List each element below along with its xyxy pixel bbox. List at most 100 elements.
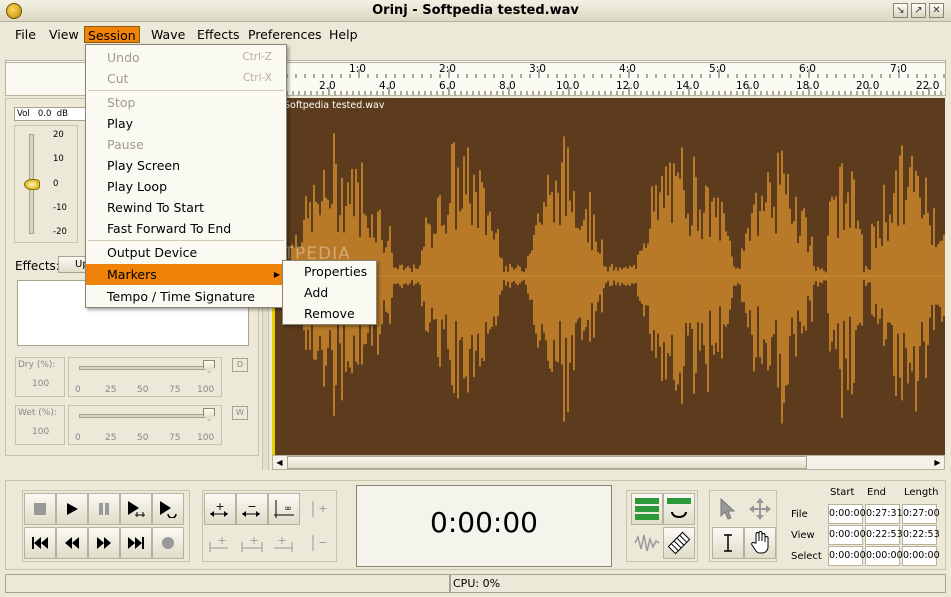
file-length-field[interactable]: 0:27:00 (902, 504, 940, 524)
pointer-tool-button[interactable] (712, 493, 744, 525)
view-end-field[interactable]: 0:22:53 (865, 525, 903, 545)
submenu-item-remove[interactable]: Remove (283, 303, 376, 324)
select-tool-button[interactable] (712, 527, 744, 559)
play-loop-button[interactable] (152, 493, 184, 525)
file-start-field[interactable]: 0:00:00 (828, 504, 866, 524)
menu-session[interactable]: Session (84, 26, 140, 43)
wet-slider-thumb[interactable] (203, 408, 215, 421)
zoom-in-vertical-button[interactable]: + (302, 493, 334, 525)
zoom-in-vertical-icon: + (312, 501, 328, 517)
menu-item-undo[interactable]: Undo Ctrl-Z (86, 47, 286, 68)
track-name: Softpedia tested.wav (284, 100, 385, 111)
wet-slider[interactable]: 0 25 50 75 100 (68, 405, 222, 445)
zoom-out-horizontal-icon: − (242, 500, 260, 517)
menu-item-pause[interactable]: Pause (86, 134, 286, 155)
menu-preferences[interactable]: Preferences (245, 26, 325, 43)
pointer-icon (720, 498, 736, 520)
menu-item-output-device[interactable]: Output Device (86, 242, 286, 263)
menu-file[interactable]: File (12, 26, 39, 43)
zoom-out-horizontal-button[interactable]: − (236, 493, 268, 525)
time-display-box: 0:00:00 (356, 485, 612, 567)
menu-item-tempo[interactable]: Tempo / Time Signature (86, 286, 286, 307)
select-start-field[interactable]: 0:00:00 (828, 546, 866, 566)
dry-slider-track[interactable] (79, 366, 213, 370)
scroll-left-icon[interactable]: ◀ (273, 456, 286, 469)
wet-button[interactable]: W (232, 406, 248, 420)
pause-button[interactable] (88, 493, 120, 525)
volume-slider-thumb[interactable] (24, 179, 40, 190)
wet-scale-label: 50 (137, 433, 149, 443)
menu-wave[interactable]: Wave (148, 26, 188, 43)
select-length-field[interactable]: 0:00:00 (902, 546, 940, 566)
rewind-icon (32, 537, 48, 549)
wet-slider-track[interactable] (79, 414, 213, 418)
hand-tool-button[interactable] (744, 527, 776, 559)
fast-forward-button[interactable] (120, 527, 152, 559)
undo-shortcut: Ctrl-Z (242, 51, 272, 63)
dry-slider-thumb[interactable] (203, 360, 215, 373)
zoom-full-button[interactable]: ∞ (268, 493, 300, 525)
fast-forward-icon (128, 537, 144, 549)
zoom-sel-end-button[interactable]: + (268, 527, 300, 559)
multitrack-view-button[interactable] (631, 493, 663, 525)
menu-item-fast-forward[interactable]: Fast Forward To End (86, 218, 286, 239)
tools-group (709, 490, 777, 562)
svg-text:+: + (217, 534, 226, 547)
wave-view-button[interactable] (631, 527, 663, 559)
rewind-button[interactable] (24, 527, 56, 559)
text-cursor-icon (724, 534, 732, 552)
menu-item-play[interactable]: Play (86, 113, 286, 134)
time-display: 0:00:00 (430, 506, 538, 539)
menu-item-cut[interactable]: Cut Ctrl-X (86, 68, 286, 89)
view-start-field[interactable]: 0:00:00 (828, 525, 866, 545)
play-button[interactable] (56, 493, 88, 525)
zoom-in-horizontal-button[interactable]: + (204, 493, 236, 525)
row-label-view: View (791, 530, 815, 541)
svg-text:+: + (277, 534, 286, 547)
ruler-bottom-label: 20.0 (856, 80, 880, 92)
scroll-thumb[interactable] (287, 456, 807, 469)
select-end-field[interactable]: 0:00:00 (865, 546, 903, 566)
menu-view[interactable]: View (46, 26, 82, 43)
ruler-bottom-label: 12.0 (616, 80, 640, 92)
ruler-top-label: 7:0 (890, 63, 907, 75)
menu-item-markers[interactable]: Markers ▶ (86, 264, 286, 285)
dry-button[interactable]: D (232, 358, 248, 372)
maximize-button[interactable]: ↗ (911, 3, 926, 18)
close-button[interactable]: ✕ (929, 3, 944, 18)
menu-item-play-loop[interactable]: Play Loop (86, 176, 286, 197)
zoom-sel-in-button[interactable]: + (204, 527, 236, 559)
file-end-field[interactable]: 0:27:31 (865, 504, 903, 524)
horizontal-scrollbar[interactable]: ◀ ▶ (272, 455, 945, 470)
menu-item-play-screen[interactable]: Play Screen (86, 155, 286, 176)
stop-button[interactable] (24, 493, 56, 525)
submenu-arrow-icon: ▶ (273, 270, 280, 279)
dry-slider[interactable]: 0 25 50 75 100 (68, 357, 222, 397)
forward-button[interactable] (88, 527, 120, 559)
scroll-right-icon[interactable]: ▶ (931, 456, 944, 469)
submenu-item-add[interactable]: Add (283, 282, 376, 303)
piano-icon (667, 531, 691, 555)
play-screen-button[interactable] (120, 493, 152, 525)
back-button[interactable] (56, 527, 88, 559)
svg-text:−: − (318, 536, 327, 549)
volume-scale-label: -10 (53, 203, 67, 213)
dry-label: Dry (%): (18, 360, 56, 370)
volume-scale-label: -20 (53, 227, 67, 237)
wet-scale-label: 75 (169, 433, 181, 443)
menu-item-stop[interactable]: Stop (86, 92, 286, 113)
menu-help[interactable]: Help (326, 26, 361, 43)
menu-item-rewind[interactable]: Rewind To Start (86, 197, 286, 218)
piano-roll-button[interactable] (663, 527, 695, 559)
volume-scale-label: 20 (53, 130, 64, 140)
submenu-item-properties[interactable]: Properties (283, 261, 376, 282)
zoom-out-vertical-button[interactable]: − (302, 527, 334, 559)
menu-bar: File View Session Wave Effects Preferenc… (0, 23, 951, 45)
minimize-button[interactable]: ↘ (893, 3, 908, 18)
move-tool-button[interactable] (744, 493, 776, 525)
view-length-field[interactable]: 0:22:53 (902, 525, 940, 545)
zoom-sel-center-button[interactable]: + (236, 527, 268, 559)
menu-effects[interactable]: Effects (194, 26, 243, 43)
record-button[interactable] (152, 527, 184, 559)
loop-view-button[interactable] (663, 493, 695, 525)
